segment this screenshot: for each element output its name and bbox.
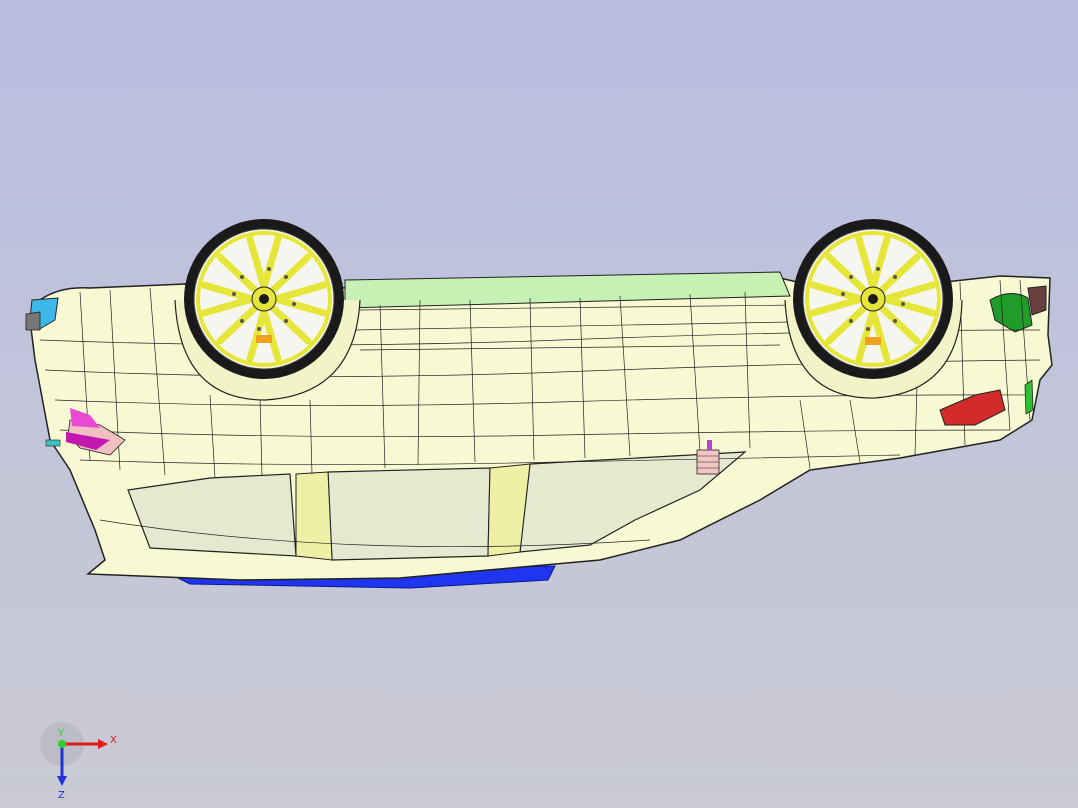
x-axis-head: [98, 739, 108, 749]
y-axis-dot: [58, 740, 66, 748]
z-axis-label: Z: [58, 790, 65, 800]
y-axis-label: Y: [57, 728, 65, 739]
car-model-upside-down[interactable]: [0, 0, 1078, 808]
z-axis-head: [57, 776, 67, 786]
x-axis-label: X: [110, 735, 117, 746]
coordinate-triad: X Y Z: [40, 722, 117, 800]
front-wheel[interactable]: [184, 219, 344, 379]
3d-viewport[interactable]: X Y Z: [0, 0, 1078, 808]
rear-wheel[interactable]: [793, 219, 953, 379]
